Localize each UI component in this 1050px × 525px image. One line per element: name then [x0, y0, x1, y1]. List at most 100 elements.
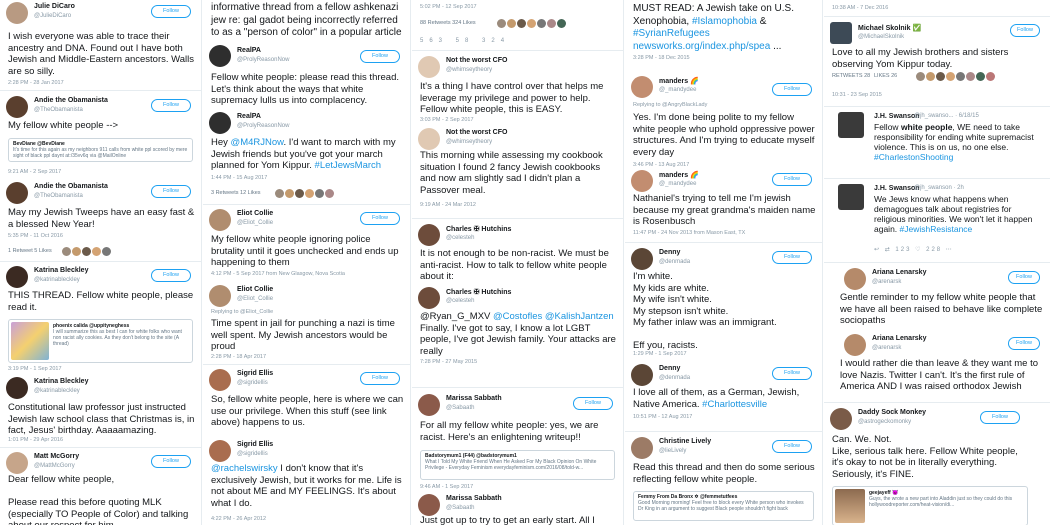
follow-button[interactable]: Follow — [360, 212, 400, 225]
follow-button[interactable]: Follow — [360, 372, 400, 385]
tweet-timestamp[interactable]: 7:28 PM - 27 May 2015 — [420, 359, 477, 365]
author-name[interactable]: RealPA — [237, 113, 261, 120]
tweet-timestamp[interactable]: 5:35 PM - 11 Oct 2016 — [8, 233, 63, 239]
follow-button[interactable]: Follow — [151, 455, 191, 468]
author-name[interactable]: Eliot Collie — [237, 210, 273, 217]
mention-link[interactable]: @Costofles @KalishJantzen — [493, 311, 614, 322]
tweet-timestamp[interactable]: 9:19 AM - 24 Mar 2012 — [420, 202, 476, 208]
avatar[interactable] — [838, 184, 864, 210]
avatar[interactable] — [6, 452, 28, 474]
author-handle[interactable]: @denmada — [659, 259, 690, 265]
hashtag-link[interactable]: #SyrianRefugees newsworks.org/index.php/… — [633, 28, 770, 52]
follow-button[interactable]: Follow — [772, 251, 812, 264]
author-name[interactable]: Denny — [659, 365, 680, 372]
tweet-timestamp[interactable]: 1:44 PM - 15 Aug 2017 — [211, 175, 267, 181]
author-handle[interactable]: @astrogeckomonky — [858, 419, 911, 425]
tweet-timestamp[interactable]: 5:02 PM - 12 Sep 2017 — [420, 4, 477, 10]
avatar[interactable] — [209, 209, 231, 231]
author-handle[interactable]: @jh_swanson · 2h — [914, 185, 964, 191]
tweet-timestamp[interactable]: 10:38 AM - 7 Dec 2016 — [832, 5, 888, 11]
follow-button[interactable]: Follow — [1010, 24, 1040, 37]
author-name[interactable]: manders 🌈 — [659, 77, 699, 85]
avatar[interactable] — [418, 128, 440, 150]
quoted-tweet[interactable]: BevDiane @BevDiane It's time for this ag… — [8, 138, 193, 162]
author-name[interactable]: manders 🌈 — [659, 171, 699, 179]
author-handle[interactable]: @Eliot_Collie — [237, 220, 273, 226]
author-handle[interactable]: @arenarsk — [872, 279, 901, 285]
author-name[interactable]: Charles ✠ Hutchins — [446, 288, 511, 296]
follow-button[interactable]: Follow — [1008, 337, 1040, 350]
follow-button[interactable]: Follow — [151, 5, 191, 18]
reply-context[interactable]: Replying to @AngryBlackLady — [633, 102, 707, 108]
tweet-timestamp[interactable]: 10:31 - 23 Sep 2015 — [832, 92, 882, 98]
author-name[interactable]: Ariana Lenarsky — [872, 335, 926, 342]
tweet-actions[interactable]: ↩ ⇄ 123 ♡ 228 ⋯ — [874, 246, 954, 253]
avatar[interactable] — [631, 170, 653, 192]
follow-button[interactable]: Follow — [151, 185, 191, 198]
author-name[interactable]: Sigrid Ellis — [237, 370, 273, 377]
author-handle[interactable]: @TheObamanista — [34, 193, 83, 199]
follow-button[interactable]: Follow — [360, 50, 400, 63]
tweet-timestamp[interactable]: 10:51 PM - 12 Aug 2017 — [633, 414, 692, 420]
author-handle[interactable]: @arenarsk — [872, 345, 901, 351]
author-handle[interactable]: @celesteh — [446, 298, 474, 304]
author-name[interactable]: Michael Skolnik ✅ — [858, 24, 921, 32]
tweet-actions[interactable]: 563 58 324 — [420, 38, 510, 44]
author-handle[interactable]: @MattMcGorry — [34, 463, 75, 469]
author-name[interactable]: Julie DiCaro — [34, 3, 75, 10]
author-handle[interactable]: @TheObamanista — [34, 107, 83, 113]
author-handle[interactable]: @jh_swanso... · 6/18/15 — [914, 113, 979, 119]
tweet-timestamp[interactable]: 1:01 PM - 29 Apr 2016 — [8, 437, 63, 443]
author-handle[interactable]: @ProlyReasonNow — [237, 123, 289, 129]
avatar[interactable] — [844, 268, 866, 290]
avatar[interactable] — [631, 364, 653, 386]
avatar[interactable] — [418, 56, 440, 78]
avatar[interactable] — [209, 45, 231, 67]
hashtag-link[interactable]: #LetJewsMarch — [315, 160, 382, 171]
author-handle[interactable]: @denmada — [659, 375, 690, 381]
tweet-timestamp[interactable]: 2:28 PM - 18 Apr 2017 — [211, 354, 266, 360]
author-handle[interactable]: @Eliot_Collie — [237, 296, 273, 302]
author-name[interactable]: J.H. Swanson — [874, 185, 920, 192]
follow-button[interactable]: Follow — [980, 411, 1020, 424]
avatar[interactable] — [209, 112, 231, 134]
author-handle[interactable]: @katrinableckley — [34, 277, 80, 283]
avatar[interactable] — [209, 440, 231, 462]
hashtag-link[interactable]: #CharlestonShooting — [874, 152, 953, 162]
author-name[interactable]: Charles ✠ Hutchins — [446, 225, 511, 233]
avatar[interactable] — [6, 377, 28, 399]
author-handle[interactable]: @lieLively — [659, 448, 686, 454]
hashtag-link[interactable]: #Islamophobia — [692, 16, 757, 27]
tweet-timestamp[interactable]: 9:21 AM - 2 Sep 2017 — [8, 169, 61, 175]
author-name[interactable]: Katrina Bleckley — [34, 378, 88, 385]
author-handle[interactable]: @whimseytheory — [446, 139, 492, 145]
avatar[interactable] — [631, 248, 653, 270]
reply-context[interactable]: Replying to @Eliot_Collie — [211, 309, 273, 315]
author-handle[interactable]: @MichaelSkolnik — [858, 34, 904, 40]
tweet-timestamp[interactable]: 1:29 PM - 1 Sep 2017 — [633, 351, 687, 357]
avatar[interactable] — [418, 394, 440, 416]
author-handle[interactable]: @_mandydee — [659, 87, 696, 93]
quoted-tweet[interactable]: geejayeff 😈 Guys, the wrote a new part i… — [832, 486, 1028, 525]
quoted-tweet[interactable]: Badstorymum1 (F44) @badstorymum1 What I … — [420, 450, 615, 480]
avatar[interactable] — [209, 285, 231, 307]
avatar[interactable] — [631, 76, 653, 98]
mention-link[interactable]: @rachelswirsky — [211, 463, 278, 474]
avatar[interactable] — [838, 112, 864, 138]
author-handle[interactable]: @_mandydee — [659, 181, 696, 187]
author-name[interactable]: Marissa Sabbath — [446, 495, 502, 502]
tweet-timestamp[interactable]: 3:19 PM - 1 Sep 2017 — [8, 366, 62, 372]
quoted-tweet[interactable]: Femmy From Da Bronx ✡ @femmetutfees Good… — [633, 491, 814, 521]
author-name[interactable]: RealPA — [237, 47, 261, 54]
author-handle[interactable]: @celesteh — [446, 235, 474, 241]
author-name[interactable]: Denny — [659, 249, 680, 256]
avatar[interactable] — [418, 287, 440, 309]
tweet-timestamp[interactable]: 9:46 AM - 1 Sep 2017 — [420, 484, 473, 490]
avatar[interactable] — [830, 408, 852, 430]
author-name[interactable]: Not the worst CFO — [446, 57, 507, 64]
follow-button[interactable]: Follow — [1008, 271, 1040, 284]
author-handle[interactable]: @ProlyReasonNow — [237, 57, 289, 63]
author-name[interactable]: Sigrid Ellis — [237, 441, 273, 448]
author-name[interactable]: Ariana Lenarsky — [872, 269, 926, 276]
author-handle[interactable]: @Sabaath — [446, 405, 474, 411]
